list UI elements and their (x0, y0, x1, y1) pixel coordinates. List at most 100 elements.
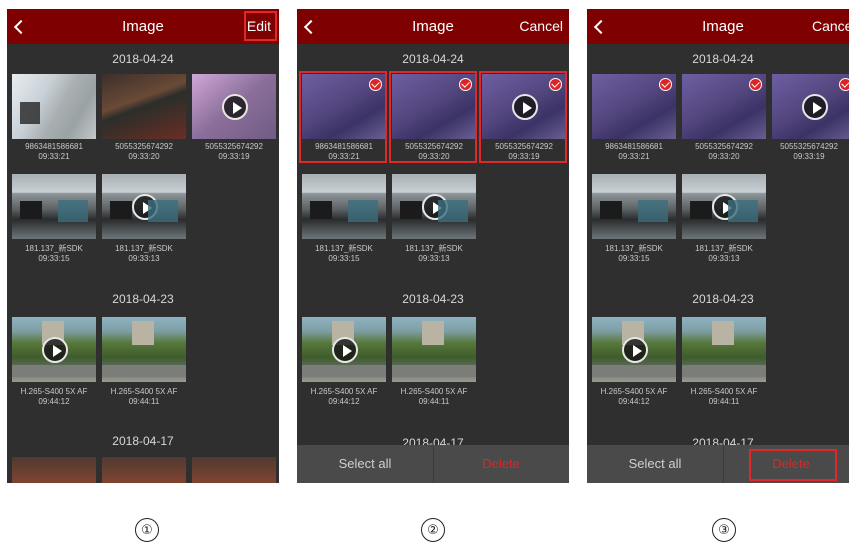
media-name: 181.137_新SDK (605, 244, 663, 253)
media-name: H.265-S400 5X AF (400, 387, 468, 396)
media-time: 09:44:11 (708, 397, 740, 406)
media-thumbnail[interactable] (302, 74, 386, 139)
step-number-1: ① (135, 518, 159, 542)
media-name: 5055325674292 (205, 142, 263, 151)
media-name: 181.137_新SDK (405, 244, 463, 253)
media-name: 5055325674292 (695, 142, 753, 151)
media-name: 5055325674292 (115, 142, 173, 151)
date-section-2018-04-23: 2018-04-23 (692, 292, 754, 306)
media-thumbnail[interactable] (482, 74, 566, 139)
step-number-3: ③ (712, 518, 736, 542)
media-time: 09:33:20 (418, 152, 450, 161)
selected-check-icon[interactable] (839, 78, 849, 91)
media-name: 9863481586681 (315, 142, 373, 151)
selected-check-icon[interactable] (549, 78, 562, 91)
media-thumbnail[interactable] (392, 174, 476, 239)
media-thumbnail[interactable] (102, 174, 186, 239)
media-thumbnail[interactable] (12, 317, 96, 382)
media-time: 09:33:15 (328, 254, 360, 263)
play-icon (422, 194, 448, 220)
media-time: 09:44:11 (418, 397, 450, 406)
media-time: 09:44:12 (38, 397, 70, 406)
media-name: 5055325674292 (405, 142, 463, 151)
delete-button[interactable]: Delete (723, 445, 849, 483)
media-time: 09:44:12 (618, 397, 650, 406)
play-icon (132, 194, 158, 220)
media-time: 09:33:21 (38, 152, 70, 161)
cancel-button[interactable]: Cancel (519, 9, 563, 44)
media-name: 5055325674292 (495, 142, 553, 151)
panel-2: Image Cancel 2018-04-24 9863481586681 09… (297, 9, 569, 483)
media-thumbnail[interactable] (12, 74, 96, 139)
media-thumbnail[interactable] (302, 174, 386, 239)
media-time: 09:33:19 (793, 152, 825, 161)
play-icon (512, 94, 538, 120)
play-icon (802, 94, 828, 120)
media-name: 181.137_新SDK (25, 244, 83, 253)
selected-check-icon[interactable] (369, 78, 382, 91)
selected-check-icon[interactable] (659, 78, 672, 91)
media-thumbnail[interactable] (392, 74, 476, 139)
header-bar: Image Cance (587, 9, 849, 44)
play-icon (332, 337, 358, 363)
media-thumbnail[interactable] (682, 174, 766, 239)
media-thumbnail[interactable] (192, 457, 276, 483)
media-time: 09:44:11 (128, 397, 160, 406)
bottom-action-bar: Select all Delete (297, 445, 569, 483)
media-time: 09:33:19 (508, 152, 540, 161)
media-thumbnail[interactable] (102, 457, 186, 483)
media-name: H.265-S400 5X AF (310, 387, 378, 396)
media-name: H.265-S400 5X AF (690, 387, 758, 396)
play-icon (622, 337, 648, 363)
selected-check-icon[interactable] (749, 78, 762, 91)
media-thumbnail[interactable] (592, 174, 676, 239)
media-name: 5055325674292 (780, 142, 838, 151)
media-time: 09:44:12 (328, 397, 360, 406)
media-name: 9863481586681 (605, 142, 663, 151)
media-thumbnail[interactable] (772, 74, 849, 139)
header-bar: Image Cancel (297, 9, 569, 44)
media-thumbnail[interactable] (102, 74, 186, 139)
media-thumbnail[interactable] (12, 457, 96, 483)
media-time: 09:33:21 (618, 152, 650, 161)
media-thumbnail[interactable] (302, 317, 386, 382)
date-section-2018-04-24: 2018-04-24 (692, 52, 754, 66)
select-all-button[interactable]: Select all (297, 445, 433, 483)
media-name: 181.137_新SDK (695, 244, 753, 253)
panel-1: Image Edit 2018-04-24 9863481586681 09:3… (7, 9, 279, 483)
play-icon (42, 337, 68, 363)
media-time: 09:33:13 (128, 254, 160, 263)
media-thumbnail[interactable] (392, 317, 476, 382)
media-time: 09:33:13 (708, 254, 740, 263)
date-section-2018-04-24: 2018-04-24 (402, 52, 464, 66)
media-thumbnail[interactable] (192, 74, 276, 139)
media-name: H.265-S400 5X AF (20, 387, 88, 396)
date-section-2018-04-23: 2018-04-23 (402, 292, 464, 306)
media-name: H.265-S400 5X AF (110, 387, 178, 396)
page-title: Image (702, 18, 744, 35)
bottom-action-bar: Select all Delete (587, 445, 849, 483)
panel-3: Image Cance 2018-04-24 9863481586681 09:… (587, 9, 849, 483)
play-icon (712, 194, 738, 220)
date-section-2018-04-23: 2018-04-23 (112, 292, 174, 306)
media-thumbnail[interactable] (592, 317, 676, 382)
header-bar: Image Edit (7, 9, 279, 44)
select-all-button[interactable]: Select all (587, 445, 723, 483)
media-time: 09:33:19 (218, 152, 250, 161)
cancel-button[interactable]: Cance (812, 9, 849, 44)
media-time: 09:33:13 (418, 254, 450, 263)
media-thumbnail[interactable] (592, 74, 676, 139)
media-name: H.265-S400 5X AF (600, 387, 668, 396)
selected-check-icon[interactable] (459, 78, 472, 91)
media-thumbnail[interactable] (682, 317, 766, 382)
edit-button[interactable]: Edit (247, 9, 271, 44)
delete-button[interactable]: Delete (433, 445, 569, 483)
media-time: 09:33:21 (328, 152, 360, 161)
media-name: 181.137_新SDK (115, 244, 173, 253)
media-thumbnail[interactable] (102, 317, 186, 382)
media-time: 09:33:15 (618, 254, 650, 263)
media-time: 09:33:15 (38, 254, 70, 263)
media-time: 09:33:20 (708, 152, 740, 161)
media-thumbnail[interactable] (12, 174, 96, 239)
media-thumbnail[interactable] (682, 74, 766, 139)
